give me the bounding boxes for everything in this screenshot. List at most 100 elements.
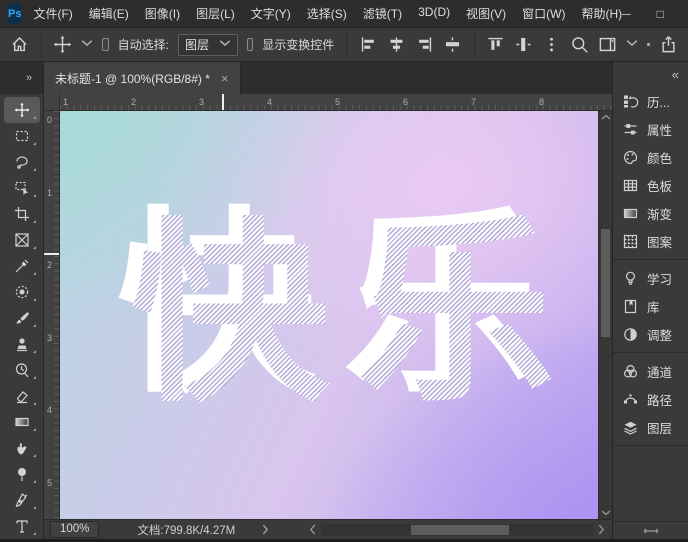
panel-button-libraries[interactable]: 库 [613, 292, 688, 320]
share-icon[interactable] [659, 35, 678, 54]
panel-button-learn[interactable]: 学习 [613, 264, 688, 292]
dot-separator [647, 43, 650, 46]
document-tab[interactable]: 未标题-1 @ 100%(RGB/8#) * × [44, 62, 241, 94]
crop-tool[interactable] [4, 201, 40, 227]
workspace-icon[interactable] [598, 35, 617, 54]
show-transform-checkbox[interactable] [247, 38, 253, 51]
frame-tool[interactable] [4, 227, 40, 253]
canvas-artwork: 快乐 快乐 [60, 111, 598, 509]
panel-button-channels[interactable]: 通道 [613, 357, 688, 385]
vertical-ruler[interactable]: 012345 [44, 111, 60, 519]
move-tool[interactable] [4, 97, 40, 123]
history-brush-tool[interactable] [4, 357, 40, 383]
pen-tool[interactable] [4, 487, 40, 513]
eyedropper-tool[interactable] [4, 253, 40, 279]
search-icon[interactable] [570, 35, 589, 54]
menu-item[interactable]: 滤镜(T) [363, 5, 402, 22]
gradient-tool[interactable] [4, 409, 40, 435]
brush-tool[interactable] [4, 305, 40, 331]
panel-button-label: 学习 [647, 269, 672, 288]
object-selection-tool[interactable] [4, 175, 40, 201]
menu-item[interactable]: 文件(F) [33, 5, 72, 22]
status-expand-chevron-icon[interactable] [261, 524, 270, 535]
align-top-icon[interactable] [486, 35, 505, 54]
auto-select-label: 自动选择: [118, 36, 169, 53]
more-options-icon[interactable] [542, 35, 561, 54]
brush-tool-icon [14, 310, 30, 326]
ruler-row: 12345678 [44, 94, 612, 111]
distribute-vertical-icon[interactable] [514, 35, 533, 54]
tools-panel-expand-button[interactable]: » [0, 62, 43, 94]
menu-item[interactable]: 编辑(E) [89, 5, 129, 22]
menu-list: 文件(F) 编辑(E) 图像(I) 图层(L) 文字(Y) 选择(S) 滤镜(T) 3D(D)… [33, 5, 622, 22]
align-left-icon[interactable] [359, 35, 378, 54]
panel-button-properties[interactable]: 属性 [613, 115, 688, 143]
clone-stamp-tool-icon [14, 336, 30, 352]
clone-stamp-tool[interactable] [4, 331, 40, 357]
panel-button-layers[interactable]: 图层 [613, 413, 688, 441]
zoom-level-field[interactable]: 100% [50, 521, 99, 538]
chevron-down-icon[interactable] [601, 509, 611, 517]
ruler-tick-label: 3 [199, 97, 204, 107]
type-tool[interactable] [4, 513, 40, 539]
auto-select-checkbox[interactable] [102, 38, 108, 51]
chevron-up-icon[interactable] [601, 113, 611, 121]
menu-item[interactable]: 图层(L) [196, 5, 235, 22]
dodge-tool[interactable] [4, 461, 40, 487]
distribute-horizontal-icon[interactable] [443, 35, 462, 54]
canvas[interactable]: 快乐 快乐 [60, 111, 598, 519]
horizontal-scrollbar-track[interactable] [321, 524, 593, 536]
chevron-down-icon[interactable] [626, 39, 638, 51]
panel-button-swatches[interactable]: 色板 [613, 171, 688, 199]
eraser-tool[interactable] [4, 383, 40, 409]
panel-button-label: 色板 [647, 176, 672, 195]
status-bar: 100% 文档:799.8K/4.27M [44, 519, 612, 539]
panel-button-gradients[interactable]: 渐变 [613, 199, 688, 227]
vertical-scrollbar-thumb[interactable] [601, 229, 610, 337]
panel-button-history[interactable]: 历... [613, 87, 688, 115]
horizontal-scrollbar-thumb[interactable] [411, 525, 509, 535]
align-center-icon[interactable] [387, 35, 406, 54]
menu-item[interactable]: 选择(S) [307, 5, 347, 22]
menu-item[interactable]: 文字(Y) [251, 5, 291, 22]
lasso-tool[interactable] [4, 149, 40, 175]
vertical-scrollbar[interactable] [598, 111, 612, 519]
spot-healing-brush-tool[interactable] [4, 279, 40, 305]
horizontal-ruler[interactable]: 12345678 [60, 94, 612, 110]
auto-select-target-dropdown[interactable]: 图层 [178, 34, 238, 56]
panel-button-adjustments[interactable]: 调整 [613, 320, 688, 348]
panel-button-paths[interactable]: 路径 [613, 385, 688, 413]
panel-resize-grip[interactable] [613, 521, 688, 539]
minimize-icon[interactable]: ─ [622, 7, 631, 21]
menu-item[interactable]: 图像(I) [145, 5, 180, 22]
panel-dock-collapse-button[interactable]: « [613, 62, 688, 86]
history-brush-tool-icon [14, 362, 30, 378]
menu-item[interactable]: 3D(D) [418, 5, 450, 22]
rectangular-marquee-tool[interactable] [4, 123, 40, 149]
type-tool-icon [14, 518, 30, 534]
home-icon[interactable] [10, 35, 29, 54]
move-tool-preset-icon[interactable] [53, 35, 72, 54]
panel-button-label: 历... [647, 92, 670, 111]
chevron-left-icon[interactable] [308, 524, 317, 535]
smudge-tool[interactable] [4, 435, 40, 461]
chevron-down-icon [219, 39, 231, 51]
chevron-down-icon[interactable] [81, 39, 93, 51]
close-icon[interactable]: × [221, 72, 229, 85]
ruler-tick-label: 1 [47, 188, 52, 198]
maximize-icon[interactable]: □ [657, 7, 664, 21]
panel-button-color[interactable]: 颜色 [613, 143, 688, 171]
horizontal-scrollbar[interactable] [308, 524, 606, 536]
menu-item[interactable]: 帮助(H) [581, 5, 622, 22]
menu-item[interactable]: 窗口(W) [522, 5, 565, 22]
panel-button-label: 属性 [647, 120, 672, 139]
menu-item[interactable]: 视图(V) [466, 5, 506, 22]
canvas-row: 012345 快乐 快乐 [44, 111, 612, 519]
ruler-corner[interactable] [44, 94, 60, 110]
align-right-icon[interactable] [415, 35, 434, 54]
lasso-tool-icon [14, 154, 30, 170]
chevron-right-icon[interactable] [597, 524, 606, 535]
panel-button-label: 颜色 [647, 148, 672, 167]
panel-button-patterns[interactable]: 图案 [613, 227, 688, 255]
ruler-tick-label: 5 [335, 97, 340, 107]
